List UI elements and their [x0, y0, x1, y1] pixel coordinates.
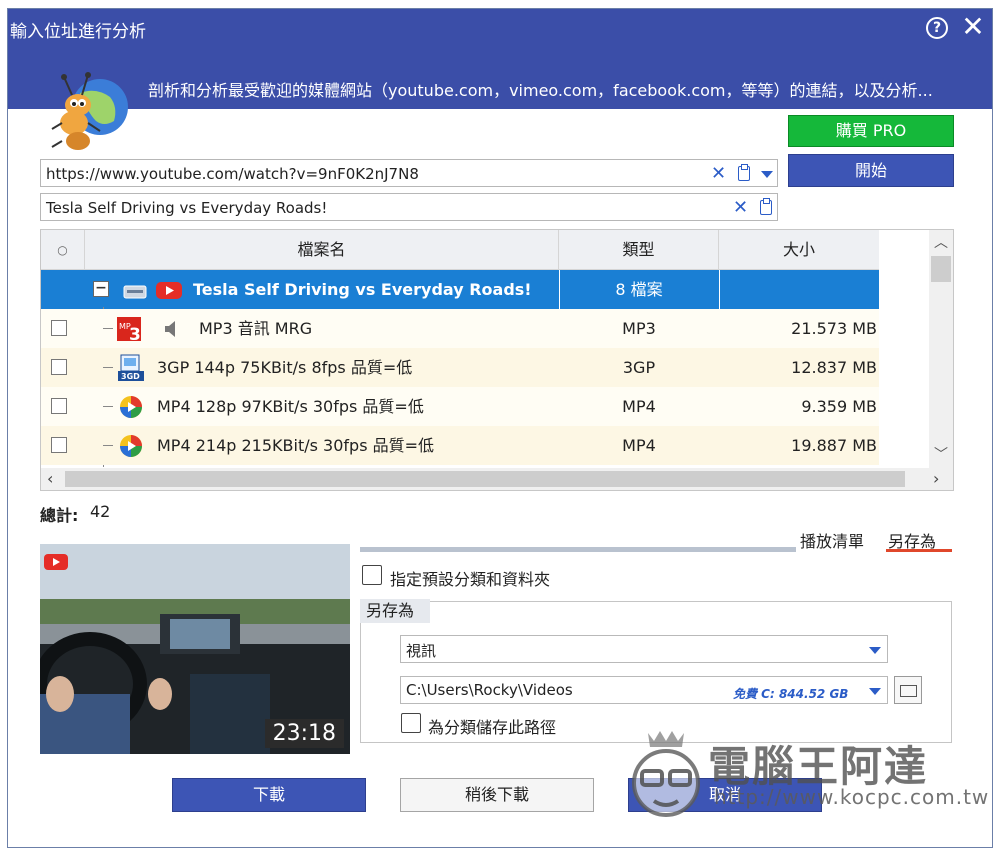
scroll-right-icon[interactable]: ›	[933, 469, 939, 488]
start-button[interactable]: 開始	[788, 154, 954, 187]
category-select[interactable]: 視訊	[400, 635, 888, 663]
watermark: 電腦王阿達 http://www.kocpc.com.tw	[618, 727, 988, 827]
table-row[interactable]: MP4 214p 215KBit/s 30fps 品質=低 MP4 19.887…	[41, 426, 879, 465]
category-dropdown-icon[interactable]	[869, 647, 881, 654]
table-header: ○ 檔案名 類型 大小	[41, 230, 879, 270]
paste-clipboard-icon[interactable]	[738, 164, 750, 181]
buy-pro-button[interactable]: 購買 PRO	[788, 115, 954, 147]
3gp-file-icon: 3GD	[118, 354, 144, 381]
save-path-select[interactable]: C:\Users\Rocky\Videos 免費 C: 844.52 GB	[400, 676, 888, 704]
url-input-value: https://www.youtube.com/watch?v=9nF0K2nJ…	[46, 165, 419, 183]
analyze-url-dialog: 輸入位址進行分析 ? ✕ 剖析和分析最受歡迎的媒體網站（youtube.com，…	[7, 8, 993, 848]
folder-icon	[900, 685, 917, 697]
tab-separator	[360, 547, 796, 552]
youtube-icon	[156, 282, 182, 299]
clear-title-icon[interactable]: ✕	[733, 197, 748, 218]
file-size: 21.573 MB	[791, 319, 877, 338]
title-input-value: Tesla Self Driving vs Everyday Roads!	[46, 199, 328, 217]
row-checkbox[interactable]	[51, 437, 67, 453]
column-select-all[interactable]: ○	[41, 230, 85, 270]
paste-title-clipboard-icon[interactable]	[760, 198, 772, 215]
category-select-value: 視訊	[406, 642, 437, 660]
file-size: 19.887 MB	[791, 436, 877, 455]
column-type[interactable]: 類型	[559, 230, 719, 270]
scroll-left-icon[interactable]: ‹	[47, 469, 53, 488]
table-row[interactable]: MP 3 MP3 音訊 MRG MP3 21.573 MB	[41, 309, 879, 348]
help-icon[interactable]: ?	[926, 17, 948, 39]
window-title: 輸入位址進行分析	[10, 22, 146, 42]
video-duration: 23:18	[264, 719, 344, 748]
parent-file-type: 8 檔案	[615, 280, 663, 299]
speaker-icon	[165, 321, 175, 337]
video-site-icon	[123, 285, 147, 299]
mp4-file-icon	[120, 435, 142, 457]
save-path-for-category-checkbox[interactable]	[401, 713, 421, 733]
horizontal-scroll-thumb[interactable]	[65, 471, 905, 487]
url-input[interactable]: https://www.youtube.com/watch?v=9nF0K2nJ…	[40, 159, 778, 187]
svg-text:3: 3	[129, 325, 141, 343]
file-name: MP3 音訊 MRG	[199, 319, 313, 338]
row-checkbox[interactable]	[51, 320, 67, 336]
mp3-file-icon: MP 3	[117, 317, 141, 343]
title-input[interactable]: Tesla Self Driving vs Everyday Roads! ✕	[40, 193, 778, 221]
url-history-dropdown-icon[interactable]	[761, 171, 773, 178]
parent-file-name: Tesla Self Driving vs Everyday Roads!	[193, 280, 532, 299]
file-type: MP4	[622, 397, 656, 416]
svg-text:3GD: 3GD	[121, 372, 140, 381]
file-name: MP4 214p 215KBit/s 30fps 品質=低	[157, 436, 435, 455]
scroll-up-icon[interactable]: ︿	[929, 232, 953, 252]
default-category-label: 指定預設分類和資料夾	[390, 570, 551, 589]
download-later-button[interactable]: 稍後下載	[400, 778, 594, 812]
download-button[interactable]: 下載	[172, 778, 366, 812]
title-bar: 輸入位址進行分析 ? ✕ 剖析和分析最受歡迎的媒體網站（youtube.com，…	[8, 9, 992, 109]
watermark-url: http://www.kocpc.com.tw	[714, 785, 990, 809]
vertical-scroll-thumb[interactable]	[931, 256, 951, 282]
file-size: 12.837 MB	[791, 358, 877, 377]
ant-globe-logo-icon	[51, 72, 128, 150]
horizontal-scrollbar[interactable]: ‹ ›	[41, 468, 953, 490]
media-file-table: ○ 檔案名 類型 大小 − Tesla Self Driving vs Ever…	[40, 229, 954, 491]
table-row-parent[interactable]: − Tesla Self Driving vs Everyday Roads! …	[41, 270, 879, 309]
free-space-label: 免費 C: 844.52 GB	[733, 687, 849, 701]
active-tab-indicator	[886, 549, 952, 552]
file-name: 3GP 144p 75KBit/s 8fps 品質=低	[157, 358, 413, 377]
default-category-checkbox[interactable]	[362, 565, 382, 585]
mp4-file-icon	[120, 396, 142, 418]
file-name: MP4 128p 97KBit/s 30fps 品質=低	[157, 397, 424, 416]
column-file-name[interactable]: 檔案名	[85, 230, 559, 270]
scroll-down-icon[interactable]: ﹀	[929, 444, 953, 464]
row-checkbox[interactable]	[51, 398, 67, 414]
total-count: 42	[90, 502, 111, 521]
youtube-badge-icon	[44, 554, 68, 570]
video-thumbnail: 23:18	[40, 544, 350, 754]
watermark-mascot-icon	[632, 731, 700, 817]
table-row[interactable]: MP4 128p 97KBit/s 30fps 品質=低 MP4 9.359 M…	[41, 387, 879, 426]
save-path-value: C:\Users\Rocky\Videos	[406, 681, 573, 699]
browse-folder-button[interactable]	[894, 676, 922, 704]
collapse-toggle-icon[interactable]: −	[93, 281, 109, 297]
row-checkbox[interactable]	[51, 359, 67, 375]
clear-url-icon[interactable]: ✕	[711, 163, 726, 184]
file-type: MP4	[622, 436, 656, 455]
save-path-for-category-label: 為分類儲存此路徑	[428, 718, 557, 737]
file-type: 3GP	[622, 358, 656, 377]
dialog-description: 剖析和分析最受歡迎的媒體網站（youtube.com，vimeo.com，fac…	[148, 81, 933, 100]
save-path-dropdown-icon[interactable]	[869, 688, 881, 695]
total-label: 總計:	[40, 506, 79, 525]
file-size: 9.359 MB	[801, 397, 877, 416]
file-type: MP3	[622, 319, 656, 338]
table-row[interactable]: 3GD 3GP 144p 75KBit/s 8fps 品質=低 3GP 12.8…	[41, 348, 879, 387]
save-as-group-title: 另存為	[360, 599, 430, 623]
column-size[interactable]: 大小	[719, 230, 879, 270]
tab-playlist[interactable]: 播放清單	[800, 528, 864, 552]
close-icon[interactable]: ✕	[960, 13, 986, 41]
vertical-scrollbar[interactable]: ︿ ﹀	[929, 230, 953, 468]
